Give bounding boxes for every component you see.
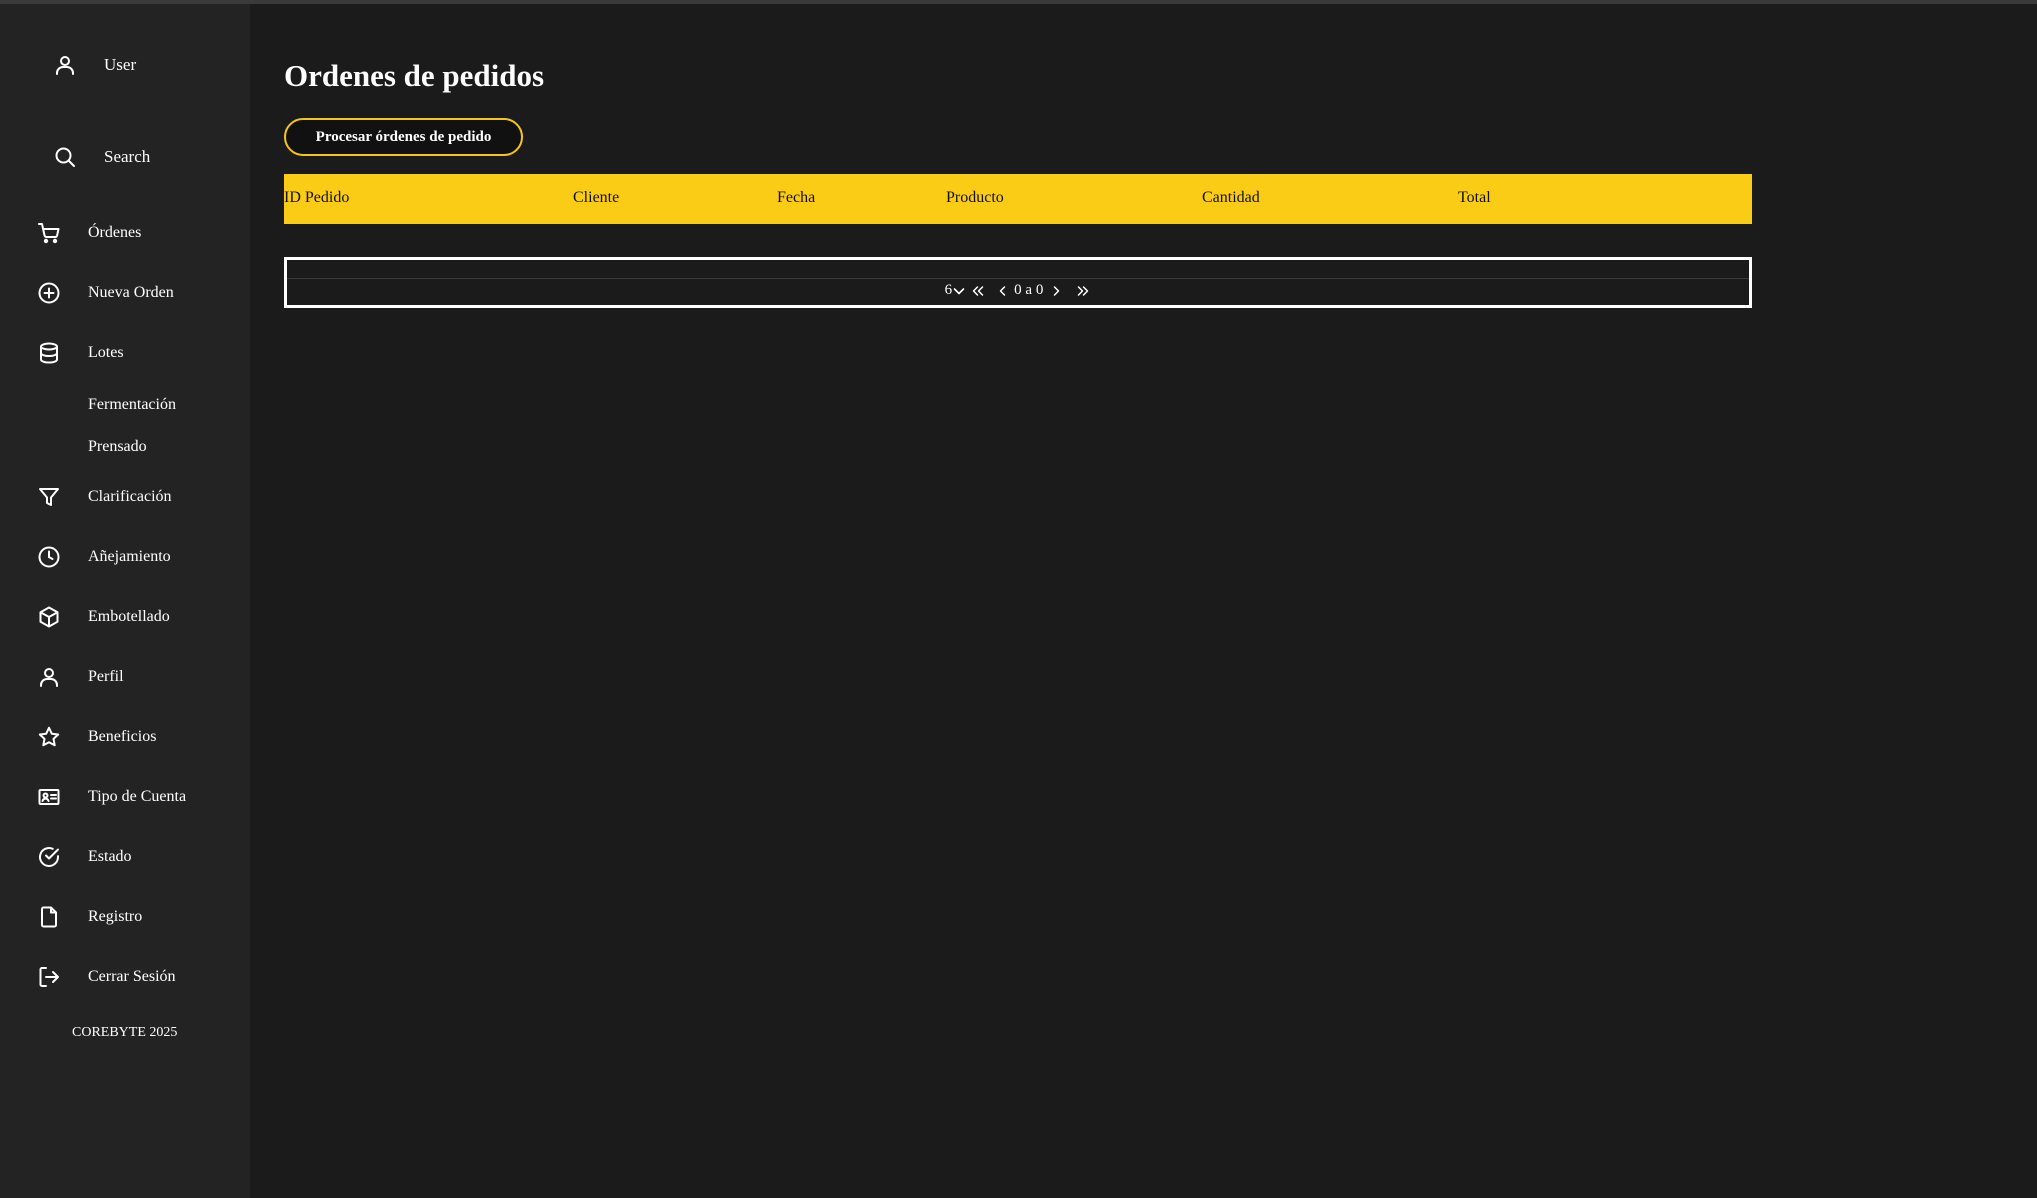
chevron-down-icon bbox=[952, 284, 966, 298]
id-card-icon bbox=[36, 784, 62, 810]
database-icon bbox=[36, 340, 62, 366]
pagination-divider bbox=[287, 278, 1749, 279]
box-icon bbox=[36, 604, 62, 630]
sidebar-item-label: Registro bbox=[88, 908, 143, 925]
sidebar-item-anejamiento[interactable]: Añejamiento bbox=[36, 542, 171, 572]
column-header-fecha[interactable]: Fecha bbox=[777, 189, 815, 207]
process-orders-button[interactable]: Procesar órdenes de pedido bbox=[284, 118, 523, 156]
page-size-value: 6 bbox=[944, 282, 953, 298]
page-title: Ordenes de pedidos bbox=[284, 58, 545, 93]
column-header-total[interactable]: Total bbox=[1458, 189, 1491, 207]
page-range-text: 0 a 0 bbox=[1014, 282, 1044, 298]
sidebar-item-clarificacion[interactable]: Clarificación bbox=[36, 482, 172, 512]
sidebar-item-registro[interactable]: Registro bbox=[36, 902, 142, 932]
column-header-cantidad[interactable]: Cantidad bbox=[1202, 189, 1260, 207]
page-size-select[interactable]: 6 bbox=[945, 282, 967, 299]
sidebar-item-lotes[interactable]: Lotes bbox=[36, 338, 124, 368]
column-header-cliente[interactable]: Cliente bbox=[573, 189, 619, 207]
sidebar-item-estado[interactable]: Estado bbox=[36, 842, 132, 872]
sidebar-item-label: Clarificación bbox=[88, 488, 172, 505]
sidebar-item-label: Estado bbox=[88, 848, 132, 865]
file-icon bbox=[36, 904, 62, 930]
sidebar-item-label: Nueva Orden bbox=[88, 284, 174, 301]
window-top-border bbox=[0, 0, 2037, 4]
sidebar-item-label: Cerrar Sesión bbox=[88, 968, 176, 985]
sidebar-item-embotellado[interactable]: Embotellado bbox=[36, 602, 170, 632]
sidebar-item-beneficios[interactable]: Beneficios bbox=[36, 722, 156, 752]
user-icon bbox=[36, 664, 62, 690]
sidebar: User Search Órdenes Nueva Orden Lotes Fe… bbox=[0, 4, 250, 1198]
previous-page-button[interactable] bbox=[998, 284, 1008, 298]
sidebar-item-cerrar-sesion[interactable]: Cerrar Sesión bbox=[36, 962, 176, 992]
sidebar-user[interactable]: User bbox=[52, 52, 136, 78]
sidebar-search[interactable]: Search bbox=[52, 144, 150, 170]
sidebar-item-label: Beneficios bbox=[88, 728, 157, 745]
cart-icon bbox=[36, 220, 62, 246]
chevron-left-icon bbox=[998, 284, 1008, 298]
sidebar-footer: COREBYTE 2025 bbox=[72, 1025, 178, 1040]
sidebar-subitem-fermentacion[interactable]: Fermentación bbox=[88, 396, 176, 414]
sidebar-item-label: Embotellado bbox=[88, 608, 170, 625]
user-icon bbox=[52, 52, 78, 78]
first-page-button[interactable] bbox=[970, 284, 986, 298]
sidebar-subitem-prensado[interactable]: Prensado bbox=[88, 438, 147, 456]
chevrons-right-icon bbox=[1075, 284, 1091, 298]
orders-table-header: ID Pedido Cliente Fecha Producto Cantida… bbox=[284, 174, 1752, 224]
pagination-bar: 6 0 a 0 bbox=[284, 257, 1752, 308]
last-page-button[interactable] bbox=[1075, 284, 1091, 298]
check-circle-icon bbox=[36, 844, 62, 870]
plus-circle-icon bbox=[36, 280, 62, 306]
clock-icon bbox=[36, 544, 62, 570]
column-header-producto[interactable]: Producto bbox=[946, 189, 1004, 207]
chevrons-left-icon bbox=[970, 284, 986, 298]
sidebar-item-label: Órdenes bbox=[88, 224, 142, 241]
sidebar-item-label: Añejamiento bbox=[88, 548, 171, 565]
sidebar-item-perfil[interactable]: Perfil bbox=[36, 662, 124, 692]
column-header-id-pedido[interactable]: ID Pedido bbox=[284, 189, 349, 207]
search-icon bbox=[52, 144, 78, 170]
sidebar-item-label: Lotes bbox=[88, 344, 124, 361]
sidebar-item-tipo-de-cuenta[interactable]: Tipo de Cuenta bbox=[36, 782, 186, 812]
filter-icon bbox=[36, 484, 62, 510]
next-page-button[interactable] bbox=[1051, 284, 1061, 298]
star-icon bbox=[36, 724, 62, 750]
sidebar-item-label: Tipo de Cuenta bbox=[88, 788, 187, 805]
sidebar-item-label: Perfil bbox=[88, 668, 124, 685]
sidebar-item-nueva-orden[interactable]: Nueva Orden bbox=[36, 278, 174, 308]
sidebar-user-label: User bbox=[104, 55, 137, 74]
logout-icon bbox=[36, 964, 62, 990]
chevron-right-icon bbox=[1051, 284, 1061, 298]
sidebar-search-label: Search bbox=[104, 147, 151, 166]
pagination-controls: 6 0 a 0 bbox=[287, 282, 1749, 299]
sidebar-item-ordenes[interactable]: Órdenes bbox=[36, 218, 141, 248]
